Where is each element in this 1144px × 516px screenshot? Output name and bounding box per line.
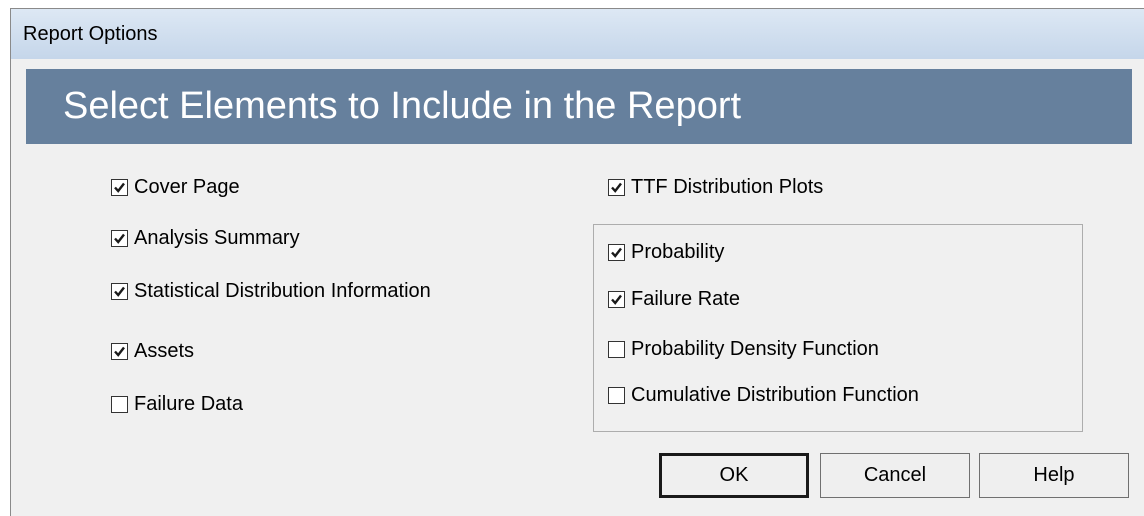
assets-checkbox[interactable]: Assets <box>111 340 194 363</box>
banner-heading: Select Elements to Include in the Report <box>63 85 742 127</box>
header-banner: Select Elements to Include in the Report <box>26 69 1132 144</box>
checkbox-label: Failure Data <box>134 393 243 415</box>
checkbox-label: Statistical Distribution Information <box>134 280 431 302</box>
cancel-button[interactable]: Cancel <box>820 453 970 498</box>
checkbox-box[interactable] <box>608 341 625 358</box>
failure-rate-checkbox[interactable]: Failure Rate <box>608 288 740 311</box>
checkbox-label: Cover Page <box>134 176 240 198</box>
dialog-body: Select Elements to Include in the Report… <box>11 59 1144 516</box>
checkmark-icon <box>114 346 125 357</box>
checkbox-box[interactable] <box>608 244 625 261</box>
checkmark-icon <box>114 286 125 297</box>
probability-checkbox[interactable]: Probability <box>608 241 724 264</box>
checkbox-label: TTF Distribution Plots <box>631 176 824 198</box>
checkbox-label: Assets <box>134 340 195 362</box>
checkbox-box[interactable] <box>608 291 625 308</box>
window-title: Report Options <box>23 23 158 45</box>
checkbox-box[interactable] <box>111 343 128 360</box>
checkmark-icon <box>114 182 125 193</box>
checkbox-box[interactable] <box>111 283 128 300</box>
checkbox-label: Probability <box>631 241 725 263</box>
title-bar[interactable]: Report Options <box>11 9 1144 59</box>
help-button[interactable]: Help <box>979 453 1129 498</box>
checkbox-box[interactable] <box>111 396 128 413</box>
checkbox-box[interactable] <box>111 179 128 196</box>
ttf-distribution-plots-checkbox[interactable]: TTF Distribution Plots <box>608 176 823 199</box>
checkbox-box[interactable] <box>608 179 625 196</box>
probability-density-function-checkbox[interactable]: Probability Density Function <box>608 338 879 361</box>
checkbox-box[interactable] <box>608 387 625 404</box>
checkbox-label: Cumulative Distribution Function <box>631 384 919 406</box>
report-options-dialog: Report Options Select Elements to Includ… <box>10 8 1144 516</box>
cover-page-checkbox[interactable]: Cover Page <box>111 176 240 199</box>
statistical-distribution-information-checkbox[interactable]: Statistical Distribution Information <box>111 280 431 303</box>
checkbox-label: Analysis Summary <box>134 227 300 249</box>
cumulative-distribution-function-checkbox[interactable]: Cumulative Distribution Function <box>608 384 919 407</box>
checkmark-icon <box>114 233 125 244</box>
analysis-summary-checkbox[interactable]: Analysis Summary <box>111 227 300 250</box>
checkbox-label: Probability Density Function <box>631 338 879 360</box>
checkmark-icon <box>611 294 622 305</box>
checkbox-label: Failure Rate <box>631 288 740 310</box>
checkmark-icon <box>611 182 622 193</box>
checkbox-box[interactable] <box>111 230 128 247</box>
ok-button[interactable]: OK <box>659 453 809 498</box>
checkmark-icon <box>611 247 622 258</box>
failure-data-checkbox[interactable]: Failure Data <box>111 393 243 416</box>
